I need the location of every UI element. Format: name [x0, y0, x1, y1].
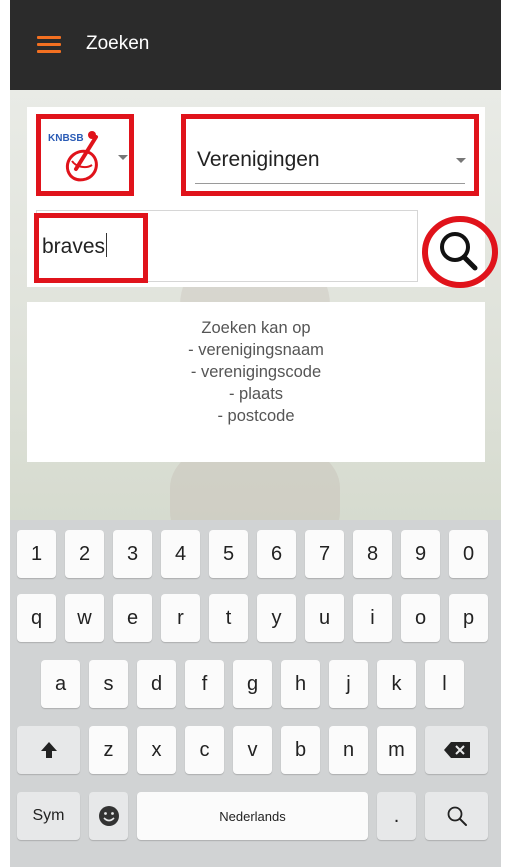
help-line: - postcode	[217, 407, 295, 425]
key-b[interactable]: b	[281, 726, 320, 774]
key-3[interactable]: 3	[113, 530, 152, 578]
key-v[interactable]: v	[233, 726, 272, 774]
search-panel: KNBSB Verenigingen braves	[27, 107, 498, 288]
search-icon	[447, 806, 467, 826]
key-n[interactable]: n	[329, 726, 368, 774]
shift-arrow-icon	[40, 742, 57, 758]
search-help-card: Zoeken kan op - verenigingsnaam - vereni…	[27, 302, 485, 462]
key-s[interactable]: s	[89, 660, 128, 708]
phone-screen: Zoeken KNBSB Verenigingen braves Zoeken …	[10, 0, 501, 867]
search-button[interactable]	[420, 212, 500, 290]
space-key[interactable]: Nederlands	[137, 792, 368, 840]
onscreen-keyboard: 1 2 3 4 5 6 7 8 9 0 q w e r t y u i o p …	[10, 520, 501, 867]
help-line: Zoeken kan op	[201, 319, 311, 337]
federation-logo: KNBSB	[48, 131, 98, 182]
backspace-icon	[443, 742, 470, 758]
key-m[interactable]: m	[377, 726, 416, 774]
key-7[interactable]: 7	[305, 530, 344, 578]
type-select-value: Verenigingen	[197, 148, 320, 171]
key-i[interactable]: i	[353, 594, 392, 642]
backspace-key[interactable]	[425, 726, 488, 774]
key-p[interactable]: p	[449, 594, 488, 642]
key-w[interactable]: w	[65, 594, 104, 642]
key-e[interactable]: e	[113, 594, 152, 642]
type-select[interactable]: Verenigingen	[181, 114, 479, 196]
key-t[interactable]: t	[209, 594, 248, 642]
search-input-value: braves	[42, 233, 108, 258]
app-bar: Zoeken	[10, 0, 501, 90]
key-k[interactable]: k	[377, 660, 416, 708]
key-y[interactable]: y	[257, 594, 296, 642]
help-line: - verenigingscode	[190, 363, 322, 381]
key-f[interactable]: f	[185, 660, 224, 708]
key-c[interactable]: c	[185, 726, 224, 774]
key-z[interactable]: z	[89, 726, 128, 774]
svg-text:KNBSB: KNBSB	[48, 133, 84, 144]
federation-select[interactable]: KNBSB	[36, 114, 134, 196]
key-8[interactable]: 8	[353, 530, 392, 578]
sym-key[interactable]: Sym	[17, 792, 80, 840]
key-u[interactable]: u	[305, 594, 344, 642]
key-q[interactable]: q	[17, 594, 56, 642]
key-l[interactable]: l	[425, 660, 464, 708]
key-g[interactable]: g	[233, 660, 272, 708]
key-9[interactable]: 9	[401, 530, 440, 578]
chevron-down-icon	[118, 155, 128, 160]
key-r[interactable]: r	[161, 594, 200, 642]
help-line: - verenigingsnaam	[188, 341, 324, 359]
key-o[interactable]: o	[401, 594, 440, 642]
magnifier-icon	[440, 232, 478, 271]
key-j[interactable]: j	[329, 660, 368, 708]
key-1[interactable]: 1	[17, 530, 56, 578]
emoji-key[interactable]	[89, 792, 128, 840]
key-2[interactable]: 2	[65, 530, 104, 578]
keyboard-search-key[interactable]	[425, 792, 488, 840]
key-5[interactable]: 5	[209, 530, 248, 578]
page-title: Zoeken	[86, 33, 150, 54]
chevron-down-icon	[456, 158, 466, 163]
key-4[interactable]: 4	[161, 530, 200, 578]
key-6[interactable]: 6	[257, 530, 296, 578]
period-key[interactable]: .	[377, 792, 416, 840]
key-x[interactable]: x	[137, 726, 176, 774]
hamburger-menu-icon[interactable]	[37, 36, 61, 54]
shift-key[interactable]	[17, 726, 80, 774]
help-line: - plaats	[228, 385, 284, 403]
key-d[interactable]: d	[137, 660, 176, 708]
emoji-icon	[98, 806, 119, 826]
key-a[interactable]: a	[41, 660, 80, 708]
key-h[interactable]: h	[281, 660, 320, 708]
text-cursor	[106, 233, 108, 257]
key-0[interactable]: 0	[449, 530, 488, 578]
